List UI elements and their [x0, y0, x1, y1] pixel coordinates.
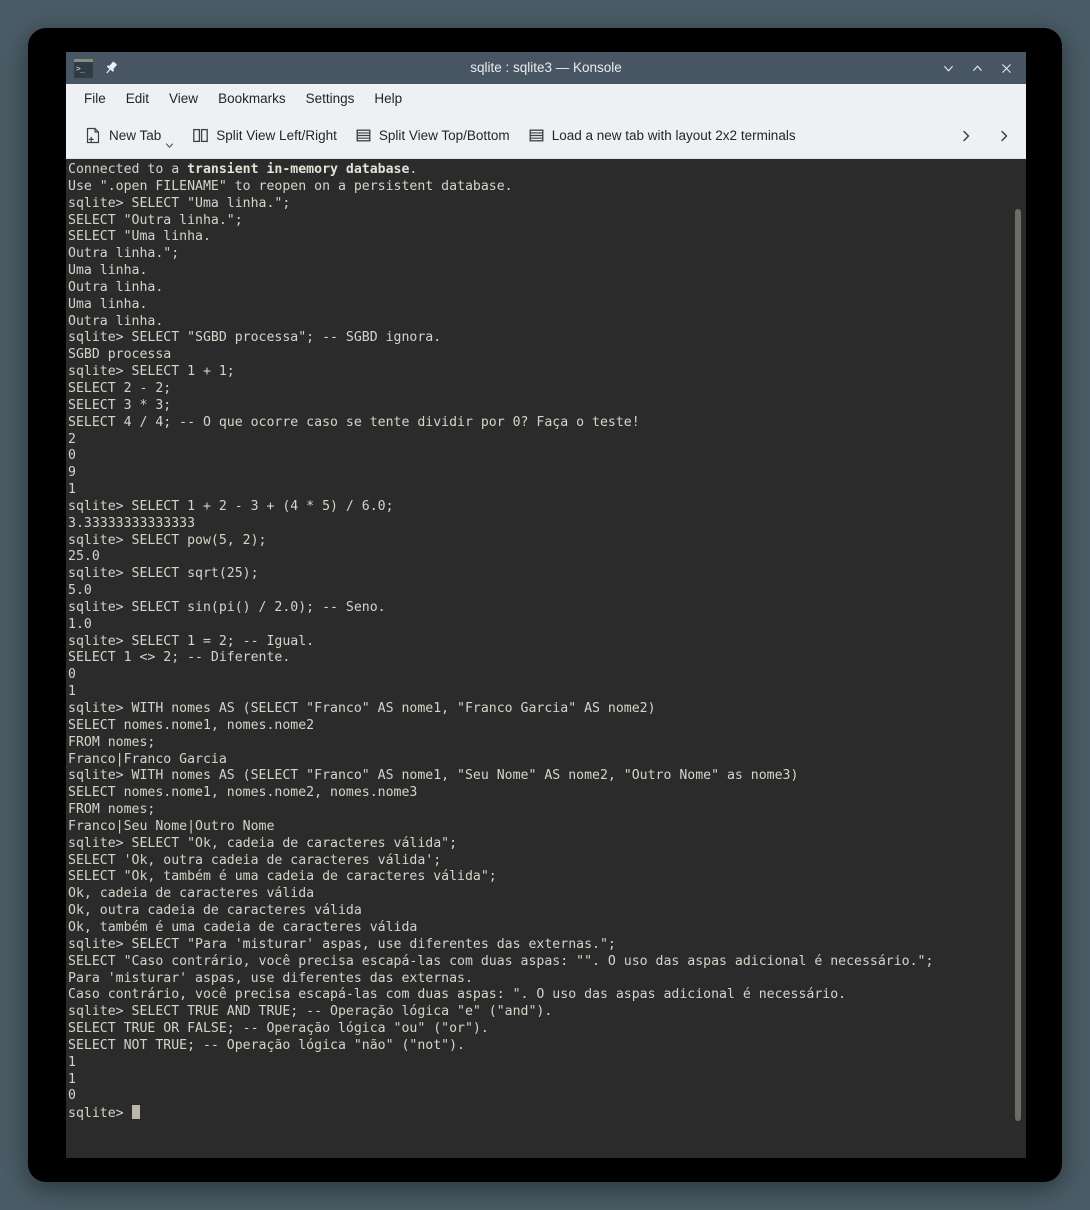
- konsole-window: sqlite : sqlite3 — Konsole: [66, 52, 1026, 1158]
- terminal-line: Use ".open FILENAME" to reopen on a pers…: [68, 178, 513, 194]
- split-left-right-icon: [192, 127, 209, 144]
- terminal-line: SELECT nomes.nome1, nomes.nome2: [68, 717, 315, 733]
- terminal-output: Connected to a transient in-memory datab…: [68, 162, 1002, 1123]
- terminal-line: sqlite> SELECT sqrt(25);: [68, 566, 259, 582]
- terminal-line: 0: [68, 1088, 76, 1104]
- terminal-line: SELECT "Ok, também é uma cadeia de carac…: [68, 869, 497, 885]
- terminal-line: SELECT "Caso contrário, você precisa esc…: [68, 953, 934, 969]
- window-frame: sqlite : sqlite3 — Konsole: [28, 28, 1062, 1182]
- terminal-scrollbar[interactable]: [1012, 159, 1023, 1158]
- terminal-line: Uma linha.: [68, 263, 148, 279]
- terminal-line: SELECT TRUE OR FALSE; -- Operação lógica…: [68, 1021, 489, 1037]
- terminal-line: SELECT "Uma linha.: [68, 229, 211, 245]
- window-controls: [941, 61, 1026, 76]
- chevron-down-icon[interactable]: [165, 137, 174, 148]
- terminal-line: sqlite>: [68, 1105, 140, 1121]
- terminal-line: 1: [68, 482, 76, 498]
- maximize-button[interactable]: [970, 61, 985, 76]
- terminal-line: sqlite> WITH nomes AS (SELECT "Franco" A…: [68, 768, 799, 784]
- terminal-line: sqlite> SELECT 1 = 2; -- Igual.: [68, 633, 315, 649]
- terminal-line: Ok, também é uma cadeia de caracteres vá…: [68, 919, 418, 935]
- terminal-view[interactable]: Connected to a transient in-memory datab…: [66, 159, 1026, 1158]
- terminal-line: SELECT 3 * 3;: [68, 397, 172, 413]
- minimize-button[interactable]: [941, 61, 956, 76]
- terminal-line: Ok, outra cadeia de caracteres válida: [68, 903, 362, 919]
- terminal-line: SGBD processa: [68, 347, 172, 363]
- terminal-line: 1: [68, 684, 76, 700]
- terminal-line: Franco|Seu Nome|Outro Nome: [68, 818, 275, 834]
- terminal-line: SELECT nomes.nome1, nomes.nome2, nomes.n…: [68, 785, 418, 801]
- terminal-line: SELECT 2 - 2;: [68, 380, 172, 396]
- menu-settings[interactable]: Settings: [296, 88, 365, 109]
- terminal-line: FROM nomes;: [68, 802, 156, 818]
- terminal-line: FROM nomes;: [68, 734, 156, 750]
- split-top-bottom-icon: [355, 127, 372, 144]
- terminal-line: 9: [68, 465, 76, 481]
- split-view-top-bottom-label: Split View Top/Bottom: [378, 128, 510, 143]
- terminal-line: Outra linha.: [68, 279, 164, 295]
- terminal-line: Connected to a transient in-memory datab…: [68, 162, 418, 177]
- terminal-line: 0: [68, 448, 76, 464]
- toolbar-overflow: [958, 128, 1026, 144]
- terminal-line: SELECT "Outra linha.";: [68, 212, 243, 228]
- new-tab-icon: [85, 127, 102, 144]
- close-button[interactable]: [999, 61, 1014, 76]
- window-titlebar[interactable]: sqlite : sqlite3 — Konsole: [66, 52, 1026, 84]
- terminal-line: Franco|Franco Garcia: [68, 751, 227, 767]
- menu-edit[interactable]: Edit: [116, 88, 159, 109]
- terminal-line: 5.0: [68, 583, 92, 599]
- terminal-line: 2: [68, 431, 76, 447]
- terminal-line: sqlite> SELECT sin(pi() / 2.0); -- Seno.: [68, 599, 386, 615]
- chevron-right-icon-overflow[interactable]: [996, 128, 1012, 144]
- menubar: File Edit View Bookmarks Settings Help: [66, 84, 1026, 113]
- terminal-line: sqlite> SELECT 1 + 2 - 3 + (4 * 5) / 6.0…: [68, 498, 394, 514]
- terminal-line: 25.0: [68, 549, 100, 565]
- terminal-line: Caso contrário, você precisa escapá-las …: [68, 987, 847, 1003]
- layout-2x2-icon: [528, 127, 545, 144]
- terminal-line: 1.0: [68, 616, 92, 632]
- menu-help[interactable]: Help: [364, 88, 412, 109]
- terminal-line: 0: [68, 667, 76, 683]
- terminal-line: sqlite> SELECT pow(5, 2);: [68, 532, 267, 548]
- menu-file[interactable]: File: [74, 88, 116, 109]
- terminal-line: Uma linha.: [68, 296, 148, 312]
- window-title: sqlite : sqlite3 — Konsole: [470, 60, 622, 75]
- load-layout-2x2-label: Load a new tab with layout 2x2 terminals: [551, 128, 796, 143]
- terminal-line: sqlite> SELECT "Uma linha.";: [68, 195, 291, 211]
- terminal-line: sqlite> SELECT "Para 'misturar' aspas, u…: [68, 936, 616, 952]
- terminal-line: Outra linha.: [68, 313, 164, 329]
- chevron-right-icon[interactable]: [958, 128, 974, 144]
- terminal-scrollbar-thumb[interactable]: [1015, 209, 1021, 1121]
- terminal-line: SELECT NOT TRUE; -- Operação lógica "não…: [68, 1037, 465, 1053]
- new-tab-button[interactable]: New Tab: [76, 123, 183, 148]
- terminal-line: sqlite> SELECT TRUE AND TRUE; -- Operaçã…: [68, 1004, 553, 1020]
- menu-view[interactable]: View: [159, 88, 208, 109]
- split-view-left-right-label: Split View Left/Right: [216, 128, 337, 143]
- terminal-line: 1: [68, 1054, 76, 1070]
- terminal-line: 3.33333333333333: [68, 515, 196, 531]
- konsole-icon: [74, 58, 93, 78]
- split-view-top-bottom-button[interactable]: Split View Top/Bottom: [346, 123, 519, 148]
- terminal-line: sqlite> WITH nomes AS (SELECT "Franco" A…: [68, 701, 656, 716]
- menu-bookmarks[interactable]: Bookmarks: [208, 88, 296, 109]
- terminal-line: SELECT 4 / 4; -- O que ocorre caso se te…: [68, 414, 640, 430]
- terminal-line: sqlite> SELECT "SGBD processa"; -- SGBD …: [68, 330, 442, 346]
- terminal-line: Ok, cadeia de caracteres válida: [68, 886, 315, 902]
- titlebar-left-icons: [66, 58, 119, 78]
- terminal-line: sqlite> SELECT "Ok, cadeia de caracteres…: [68, 835, 458, 851]
- terminal-line: Para 'misturar' aspas, use diferentes da…: [68, 970, 473, 986]
- load-layout-2x2-button[interactable]: Load a new tab with layout 2x2 terminals: [519, 123, 805, 148]
- desktop-background: sqlite : sqlite3 — Konsole: [0, 0, 1090, 1210]
- new-tab-label: New Tab: [109, 128, 162, 143]
- toolbar: New Tab Split View Left/Right Split View…: [66, 113, 1026, 159]
- terminal-line: sqlite> SELECT 1 + 1;: [68, 364, 235, 380]
- terminal-line: SELECT 1 <> 2; -- Diferente.: [68, 650, 291, 666]
- split-view-left-right-button[interactable]: Split View Left/Right: [183, 123, 346, 148]
- terminal-line: SELECT 'Ok, outra cadeia de caracteres v…: [68, 852, 442, 868]
- pin-icon[interactable]: [103, 60, 119, 76]
- terminal-line: 1: [68, 1071, 76, 1087]
- terminal-line: Outra linha.";: [68, 246, 180, 262]
- terminal-cursor: [131, 1105, 140, 1120]
